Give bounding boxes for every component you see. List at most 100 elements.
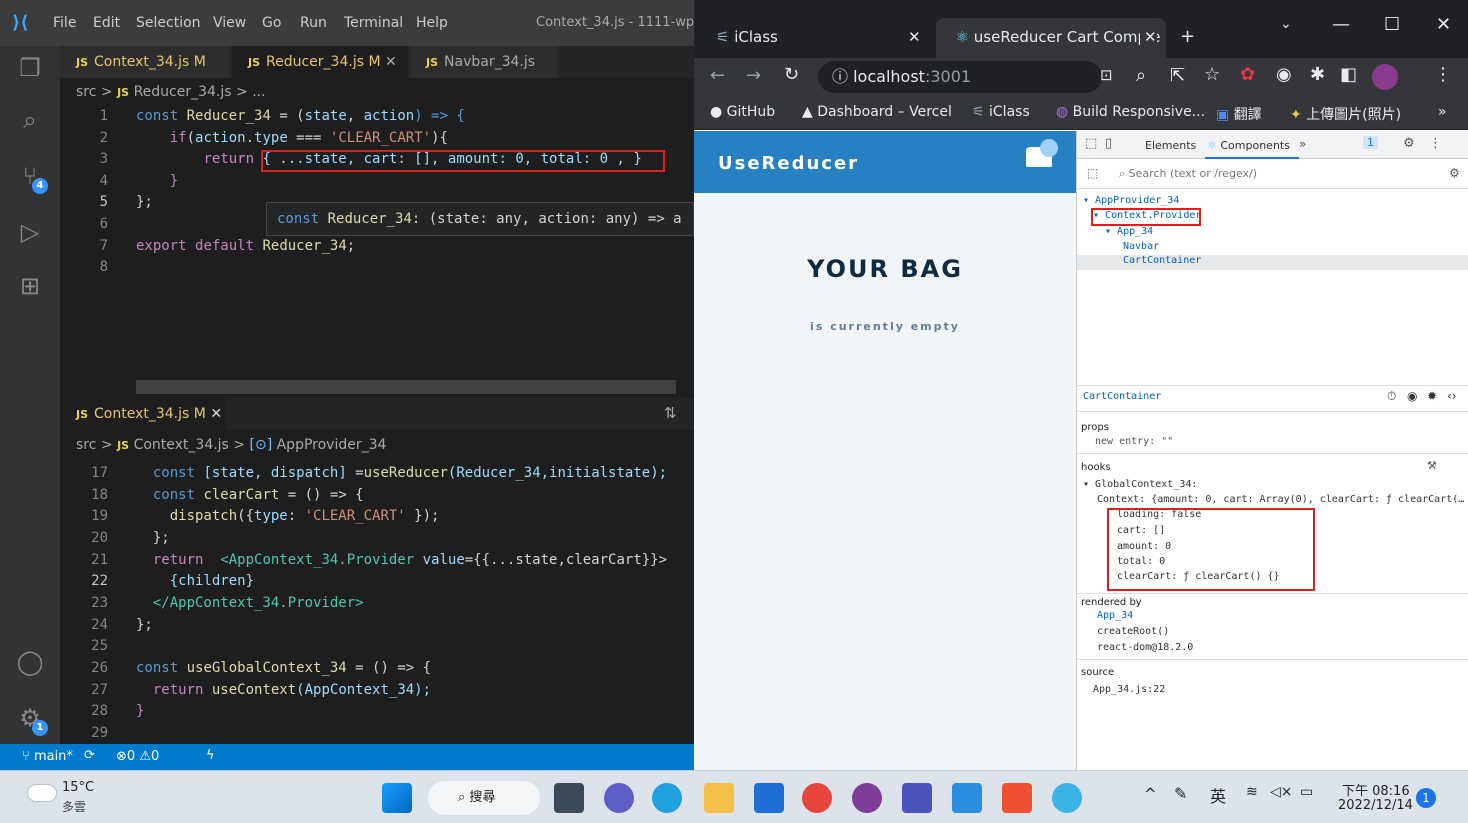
devtools-menu-icon[interactable]: ⋮ [1429, 136, 1442, 151]
code-line[interactable]: 20 }; [60, 528, 694, 549]
code-line[interactable]: 26 const useGlobalContext_34 = () => { [60, 658, 694, 679]
chrome-canary-icon[interactable] [852, 783, 882, 813]
context-value[interactable]: Context: {amount: 0, cart: Array(0), cle… [1097, 494, 1467, 505]
menu-edit[interactable]: Edit [93, 15, 120, 31]
breadcrumb-bottom[interactable]: src > JS Context_34.js > [⊙] AppProvider… [76, 437, 386, 453]
windows-start-icon[interactable] [382, 783, 412, 813]
tab-search-icon[interactable]: ⌄ [1280, 16, 1292, 32]
weather-desc[interactable]: 多雲 [62, 798, 86, 815]
code-line[interactable]: 28} [60, 701, 694, 722]
battery-icon[interactable]: ▭ [1300, 784, 1313, 800]
back-icon[interactable]: ← [710, 65, 725, 86]
extensions-icon[interactable]: ⊞ [14, 270, 46, 302]
branch-status[interactable]: ⑂ main* [22, 749, 73, 764]
lightning-icon[interactable]: ϟ [206, 748, 215, 763]
sync-icon[interactable]: ⟳ [84, 748, 95, 763]
task-view-icon[interactable] [554, 783, 584, 813]
menu-file[interactable]: File [53, 15, 76, 31]
device-toolbar-icon[interactable]: ▯ [1105, 136, 1112, 151]
git-icon[interactable] [1002, 783, 1032, 813]
close-icon[interactable]: ✕ [908, 18, 921, 56]
code-line[interactable]: 24}; [60, 615, 694, 636]
new-tab-icon[interactable]: + [1180, 26, 1195, 47]
code-line[interactable]: 4 } [60, 171, 694, 192]
tree-item[interactable]: Navbar [1123, 241, 1159, 252]
menu-terminal[interactable]: Terminal [344, 15, 403, 31]
bookmark-vercel[interactable]: ▲ Dashboard – Vercel [802, 104, 952, 120]
extension-record-icon[interactable]: ◉ [1276, 64, 1292, 85]
code-line[interactable]: 8 [60, 257, 694, 278]
weather-temp[interactable]: 15°C [62, 780, 94, 795]
clock-time[interactable]: 下午 08:16 [1342, 780, 1410, 799]
forward-icon[interactable]: → [746, 65, 761, 86]
file-explorer-icon[interactable] [704, 783, 734, 813]
code-line[interactable]: 25 [60, 636, 694, 657]
notification-badge[interactable]: 1 [1416, 788, 1436, 808]
code-line[interactable]: 17 const [state, dispatch] =useReducer(R… [60, 463, 694, 484]
bookmark-star-icon[interactable]: ☆ [1204, 64, 1220, 85]
maximize-icon[interactable]: ☐ [1384, 14, 1400, 35]
tray-overflow-icon[interactable]: ^ [1144, 785, 1157, 803]
select-element-icon[interactable]: ⬚ [1087, 166, 1098, 180]
horizontal-scrollbar[interactable] [136, 380, 676, 394]
search-icon[interactable]: ⌕ [14, 104, 46, 136]
window-close-icon[interactable]: ✕ [1436, 14, 1451, 35]
bookmark-github[interactable]: ● GitHub [710, 104, 775, 120]
extension-icon[interactable]: ✿ [1240, 64, 1255, 85]
menu-selection[interactable]: Selection [136, 15, 201, 31]
problems-status[interactable]: ⊗0 ⚠0 [116, 749, 159, 764]
more-bookmarks-icon[interactable]: » [1438, 104, 1447, 120]
tree-item[interactable]: ▾ App_34 [1105, 226, 1153, 237]
tree-item-selected[interactable]: CartContainer [1077, 255, 1468, 270]
paint-icon[interactable] [1052, 783, 1082, 813]
props-entry[interactable]: new entry: "" [1095, 436, 1173, 447]
clock-date[interactable]: 2022/12/14 [1338, 798, 1413, 813]
source-control-icon[interactable]: ⑂ 4 [14, 160, 48, 194]
source-location[interactable]: App_34.js:22 [1093, 684, 1165, 695]
close-icon[interactable]: ✕ [385, 54, 397, 70]
reload-icon[interactable]: ↻ [784, 64, 799, 85]
close-icon[interactable]: ✕ [1140, 18, 1157, 56]
tab-context-34[interactable]: JS Context_34.js M [60, 46, 230, 78]
menu-go[interactable]: Go [262, 15, 281, 31]
ime-indicator[interactable]: 英 [1210, 783, 1226, 807]
settings-gear-icon[interactable]: ⚙ 1 [14, 702, 48, 736]
inspect-icon[interactable]: ⬚ [1085, 136, 1097, 151]
code-line[interactable]: 27 return useContext(AppContext_34); [60, 680, 694, 701]
menu-run[interactable]: Run [300, 15, 327, 31]
tab-reducer-34[interactable]: JS Reducer_34.js M ✕ [232, 46, 408, 78]
tab-context-34-bottom[interactable]: JS Context_34.js M ✕ [60, 398, 226, 430]
tab-iclass[interactable]: ⚟ iClass ✕ [702, 18, 932, 58]
log-icon[interactable]: ✹ [1427, 389, 1437, 403]
tab-usereducer[interactable]: ⚛ useReducer Cart Comple ✕ [936, 18, 1166, 58]
rendered-by-item[interactable]: App_34 [1097, 610, 1133, 621]
zoom-icon[interactable]: ⌕ [1136, 65, 1146, 86]
mail-icon[interactable] [754, 783, 784, 813]
teams-icon[interactable] [902, 783, 932, 813]
taskbar-search-button[interactable]: ⌕ 搜尋 [428, 781, 540, 815]
edge-icon[interactable] [652, 783, 682, 813]
compare-changes-icon[interactable]: ⇅ [664, 404, 677, 422]
side-panel-icon[interactable]: ◧ [1340, 64, 1357, 85]
settings-gear-icon[interactable]: ⚙ [1403, 136, 1415, 151]
account-icon[interactable]: ◯ [14, 646, 46, 678]
bookmark-build-responsive[interactable]: ◍ Build Responsive... [1056, 104, 1205, 120]
minimize-icon[interactable]: — [1332, 14, 1350, 35]
share-icon[interactable]: ⇱ [1170, 65, 1185, 86]
close-icon[interactable]: ✕ [210, 406, 222, 422]
parse-hooks-icon[interactable]: ⚒ [1427, 459, 1437, 472]
run-debug-icon[interactable]: ▷ [14, 216, 46, 248]
tab-elements[interactable]: Elements [1145, 139, 1196, 152]
code-line[interactable]: 22 {children} [60, 571, 694, 592]
chrome-icon[interactable] [802, 783, 832, 813]
menu-view[interactable]: View [213, 15, 246, 31]
issues-badge[interactable]: 1 [1363, 136, 1378, 149]
more-tabs-icon[interactable]: » [1299, 137, 1306, 151]
breadcrumb-top[interactable]: src > JS Reducer_34.js > ... [76, 84, 266, 100]
wifi-icon[interactable]: ≋ [1246, 784, 1258, 800]
explorer-icon[interactable]: ❐ [14, 52, 46, 84]
bookmark-translate[interactable]: ▣ 翻譯 [1216, 104, 1262, 124]
code-line[interactable]: 19 dispatch({type: 'CLEAR_CART' }); [60, 506, 694, 527]
menu-kebab-icon[interactable]: ⋮ [1434, 64, 1452, 85]
code-line[interactable]: 23 </AppContext_34.Provider> [60, 593, 694, 614]
